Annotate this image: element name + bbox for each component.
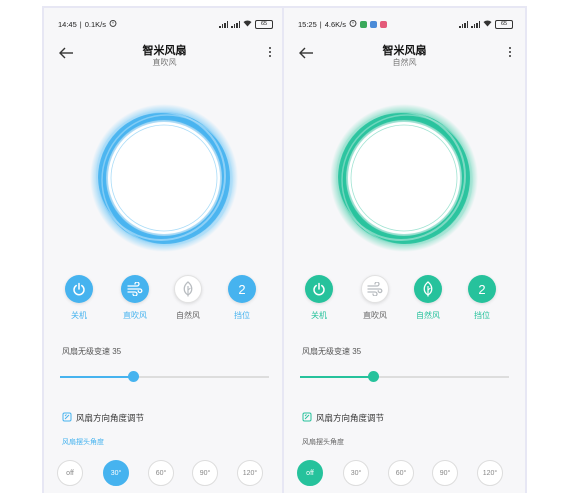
alarm-icon: [349, 19, 357, 29]
mode-button-2[interactable]: 自然风: [168, 275, 208, 321]
angle-option-4[interactable]: 120°: [477, 460, 503, 486]
angle-options: off 30° 60° 90° 120°: [296, 460, 521, 490]
angle-option-1[interactable]: 30°: [103, 460, 129, 486]
wifi-icon: [243, 19, 252, 29]
mode-button-1[interactable]: 直吹风: [355, 275, 395, 321]
leaf-icon: [174, 275, 202, 303]
speed-slider[interactable]: [300, 370, 509, 384]
speed-label: 风扇无级变速 35: [302, 347, 362, 356]
notification-app-icon: [370, 20, 377, 28]
gear-level-badge: 2: [468, 275, 496, 303]
mode-label: 挡位: [474, 311, 490, 320]
battery-icon: 65: [255, 19, 273, 29]
signal-icon: [219, 20, 228, 28]
slider-thumb[interactable]: [368, 371, 380, 382]
notification-app-icon: [380, 20, 387, 28]
status-time: 14:45: [58, 19, 77, 29]
mode-button-2[interactable]: 自然风: [408, 275, 448, 321]
mode-label: 直吹风: [363, 311, 387, 320]
angle-option-1[interactable]: 30°: [343, 460, 369, 486]
slider-thumb[interactable]: [128, 371, 140, 382]
page-subtitle: 自然风: [392, 58, 417, 67]
mode-button-0[interactable]: 关机: [299, 275, 339, 321]
status-time: 15:25: [298, 19, 317, 29]
page-title: 智米风扇: [382, 45, 427, 57]
angle-option-2[interactable]: 60°: [388, 460, 414, 486]
mode-buttons: 关机 直吹风 自然风 2 挡位: [44, 275, 285, 335]
status-bar: 15:25 | 4.6K/s 65: [298, 18, 513, 30]
slider-fill: [60, 376, 134, 378]
more-menu-icon[interactable]: [505, 45, 515, 61]
angle-option-2[interactable]: 60°: [148, 460, 174, 486]
angle-option-0[interactable]: off: [57, 460, 83, 486]
angle-option-3[interactable]: 90°: [432, 460, 458, 486]
speed-label: 风扇无级变速 35: [62, 347, 122, 356]
gear-level-value: 2: [238, 281, 246, 297]
mode-label: 挡位: [234, 311, 250, 320]
angle-option-3[interactable]: 90°: [192, 460, 218, 486]
status-bar: 14:45 | 0.1K/s 65: [58, 18, 273, 30]
angle-options: off 30° 60° 90° 120°: [56, 460, 281, 490]
signal-icon: [231, 20, 240, 28]
mode-label: 自然风: [176, 311, 200, 320]
page-subtitle: 直吹风: [152, 58, 177, 67]
leaf-icon: [414, 275, 442, 303]
status-net-speed: 4.6K/s: [324, 19, 346, 29]
wifi-icon: [483, 19, 492, 29]
fan-status-ring: [329, 103, 479, 253]
status-divider: |: [79, 19, 82, 29]
battery-icon: 65: [495, 19, 513, 29]
speed-slider[interactable]: [60, 370, 269, 384]
gear-level-badge: 2: [228, 275, 256, 303]
mode-label: 自然风: [416, 311, 440, 320]
mode-label: 直吹风: [123, 311, 147, 320]
signal-icon: [471, 20, 480, 28]
angle-section-title: 风扇方向角度调节: [76, 413, 145, 423]
angle-sub-label: 风扇摆头角度: [62, 439, 104, 446]
swing-angle-icon: [62, 412, 72, 424]
angle-option-4[interactable]: 120°: [237, 460, 263, 486]
mode-button-3[interactable]: 2 挡位: [222, 275, 262, 321]
swing-angle-icon: [302, 412, 312, 424]
page-title: 智米风扇: [142, 45, 187, 57]
angle-section-header: 风扇方向角度调节: [62, 412, 144, 424]
wind-icon: [361, 275, 389, 303]
status-divider: |: [319, 19, 322, 29]
power-icon: [65, 275, 93, 303]
slider-fill: [300, 376, 374, 378]
mode-button-1[interactable]: 直吹风: [115, 275, 155, 321]
notification-app-icon: [360, 20, 367, 28]
more-menu-icon[interactable]: [265, 45, 275, 61]
mode-label: 关机: [311, 311, 327, 320]
angle-sub-label: 风扇摆头角度: [302, 439, 344, 446]
gear-level-value: 2: [478, 281, 486, 297]
angle-option-0[interactable]: off: [297, 460, 323, 486]
mode-label: 关机: [71, 311, 87, 320]
status-net-speed: 0.1K/s: [84, 19, 106, 29]
alarm-icon: [109, 19, 117, 29]
mode-button-3[interactable]: 2 挡位: [462, 275, 502, 321]
angle-section-title: 风扇方向角度调节: [316, 413, 385, 423]
angle-section-header: 风扇方向角度调节: [302, 412, 384, 424]
wind-icon: [121, 275, 149, 303]
phone-screen-natural-wind: 15:25 | 4.6K/s 65 智米风扇 自然风 关机 直吹风 自然风 2 挡位 风扇无级变速 3…: [284, 8, 525, 493]
mode-button-0[interactable]: 关机: [59, 275, 99, 321]
power-icon: [305, 275, 333, 303]
signal-icon: [459, 20, 468, 28]
app-header: 智米风扇 直吹风: [44, 38, 285, 72]
fan-status-ring: [89, 103, 239, 253]
phone-screen-direct-wind: 14:45 | 0.1K/s 65 智米风扇 直吹风 关机 直吹风 自然风 2 挡位 风扇无级变速 3…: [44, 8, 285, 493]
mode-buttons: 关机 直吹风 自然风 2 挡位: [284, 275, 525, 335]
app-header: 智米风扇 自然风: [284, 38, 525, 72]
